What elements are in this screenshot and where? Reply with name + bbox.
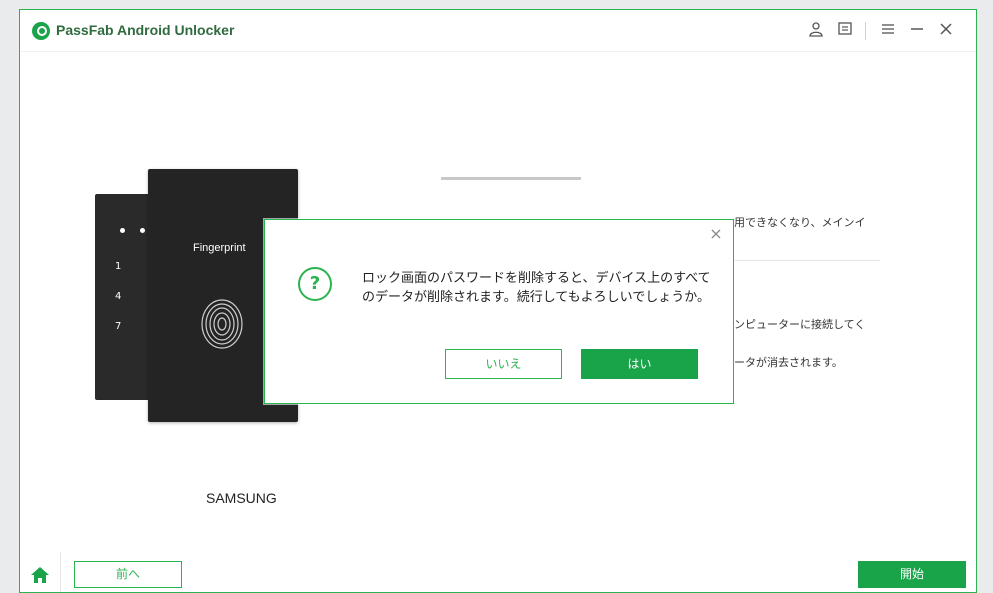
info-text-3: ータが消去されます。 — [734, 356, 843, 369]
dot-1 — [120, 228, 125, 233]
keypad-number: 4 — [115, 291, 122, 302]
dot-2 — [140, 228, 145, 233]
bottom-divider — [60, 552, 61, 592]
main-content: 1 4 7 Fingerprint SAMSUNG 用できなくなり、メインイ ン — [20, 52, 976, 552]
menu-icon[interactable] — [878, 21, 898, 41]
feedback-icon[interactable] — [835, 21, 855, 41]
keypad-number: 1 — [115, 261, 122, 272]
question-icon: ? — [298, 267, 332, 301]
fingerprint-icon — [201, 299, 243, 349]
fingerprint-label: Fingerprint — [193, 242, 246, 254]
app-title: PassFab Android Unlocker — [56, 22, 235, 38]
confirm-dialog: × ? ロック画面のパスワードを削除すると、デバイス上のすべてのデータが削除され… — [264, 219, 734, 404]
close-icon[interactable] — [936, 21, 956, 41]
home-icon[interactable] — [30, 566, 50, 584]
mode-heading-partial — [441, 169, 581, 187]
title-bar: PassFab Android Unlocker — [20, 10, 976, 52]
back-button[interactable]: 前へ — [74, 561, 182, 588]
info-text-1: 用できなくなり、メインイ — [734, 216, 866, 229]
app-window: PassFab Android Unlocker 1 4 7 Fingerpri… — [19, 9, 977, 593]
bottom-bar: 前へ 開始 — [20, 552, 976, 592]
minimize-icon[interactable] — [907, 21, 927, 41]
no-button[interactable]: いいえ — [445, 349, 562, 379]
dialog-close-icon[interactable]: × — [709, 226, 723, 242]
start-button[interactable]: 開始 — [858, 561, 966, 588]
passfab-logo-icon — [32, 22, 50, 40]
info-separator — [720, 260, 880, 261]
info-text-2: ンピューターに接続してく — [734, 318, 866, 331]
dialog-message: ロック画面のパスワードを削除すると、デバイス上のすべてのデータが削除されます。続… — [362, 271, 711, 305]
titlebar-divider — [865, 22, 866, 40]
user-icon[interactable] — [806, 21, 826, 41]
keypad-number: 7 — [115, 321, 122, 332]
device-brand: SAMSUNG — [206, 490, 277, 506]
yes-button[interactable]: はい — [581, 349, 698, 379]
